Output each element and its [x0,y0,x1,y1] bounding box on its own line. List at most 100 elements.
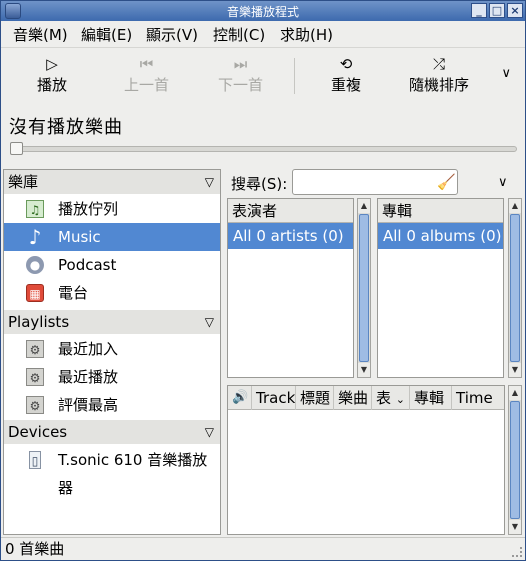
scroll-down-icon[interactable]: ▼ [358,363,370,377]
clear-search-broom-icon[interactable]: 🧹 [437,173,456,191]
repeat-button[interactable]: ⟲ 重複 [331,54,361,95]
next-button[interactable]: ⏭ 下一首 [218,54,263,95]
position-slider-track[interactable] [13,146,517,152]
toolbar: ▷ 播放 ⏮ 上一首 ⏭ 下一首 ⟲ 重複 ⤮ 隨機排序 ∨ [1,47,525,103]
column-title[interactable]: 標題 [296,386,334,410]
previous-icon: ⏮ [139,55,154,73]
search-label: 搜尋(S): [231,175,288,193]
chevron-down-icon[interactable]: ▽ [205,310,214,334]
smart-playlist-gear-icon: ⚙ [26,368,44,386]
sidebar-item-device[interactable]: ▯ T.sonic 610 音樂播放器 [4,446,220,497]
tracklist-scrollbar[interactable]: ▲ ▼ [508,385,522,535]
devices-section-header[interactable]: Devices ▽ [4,420,220,444]
scroll-down-icon[interactable]: ▼ [509,363,521,377]
previous-button[interactable]: ⏮ 上一首 [124,54,169,95]
column-artist-label: 表 [376,389,392,407]
artists-column-header[interactable]: 表演者 [228,199,353,223]
artists-scrollbar[interactable]: ▲ ▼ [357,198,371,378]
sort-chevron-icon: ⌄ [395,393,406,406]
menu-view[interactable]: 顯示(V) [146,24,198,45]
toolbar-overflow-chevron-icon[interactable]: ∨ [501,66,511,81]
column-album[interactable]: 專輯 [410,386,452,410]
maximize-button[interactable]: □ [489,3,505,18]
sidebar-item-radio[interactable]: ▦ 電台 [4,279,220,307]
all-albums-row[interactable]: All 0 albums (0) [378,223,503,249]
scroll-up-icon[interactable]: ▲ [509,386,521,400]
scroll-down-icon[interactable]: ▼ [509,520,521,534]
sidebar-item-label: Podcast [58,256,117,274]
search-input[interactable] [292,169,458,195]
repeat-label: 重複 [331,76,362,94]
sidebar-item-label: 電台 [58,284,89,302]
sidebar-item-label: 最近加入 [58,340,119,358]
menu-music[interactable]: 音樂(M) [13,24,68,45]
shuffle-icon: ⤮ [433,55,446,73]
minimize-button[interactable]: _ [471,3,487,18]
menubar: 音樂(M) 編輯(E) 顯示(V) 控制(C) 求助(H) [1,21,525,47]
scrollbar-thumb[interactable] [510,401,520,519]
now-playing-column[interactable]: 🔊 [228,386,252,410]
next-icon: ⏭ [233,55,248,73]
radio-icon: ▦ [26,284,44,302]
sidebar-item-label: 最近播放 [58,368,119,386]
close-button[interactable]: × [507,3,523,18]
window-title: 音樂播放程式 [226,5,299,19]
column-artist[interactable]: 表 ⌄ [372,386,410,410]
now-playing-title: 沒有播放樂曲 [9,117,123,138]
sidebar-item-label: Music [58,228,101,246]
play-icon: ▷ [46,55,58,73]
music-player-window: 音樂播放程式 _ □ × 音樂(M) 編輯(E) 顯示(V) 控制(C) 求助(… [0,0,526,561]
resize-grip-icon[interactable] [512,547,522,557]
chevron-down-icon[interactable]: ▽ [205,170,214,194]
menu-edit[interactable]: 編輯(E) [81,24,132,45]
sidebar-item-podcast[interactable]: ● Podcast [4,251,220,279]
music-note-icon: ♪ [28,225,42,249]
shuffle-label: 隨機排序 [409,76,470,94]
track-list-header: 🔊 Track 標題 樂曲 表 ⌄ 專輯 Time [228,386,504,410]
podcast-icon: ● [26,256,44,274]
play-button[interactable]: ▷ 播放 [37,54,67,95]
browser-options-chevron-icon[interactable]: ∨ [498,175,508,190]
all-artists-row[interactable]: All 0 artists (0) [228,223,353,249]
status-bar: 0 首樂曲 [1,537,525,560]
sidebar-item-music[interactable]: ♪ Music [4,223,220,251]
sidebar-item-label: 播放佇列 [58,200,119,218]
sidebar-item-recently-played[interactable]: ⚙ 最近播放 [4,363,220,391]
library-header-label: 樂庫 [8,173,39,191]
playlists-section-header[interactable]: Playlists ▽ [4,310,220,334]
media-player-device-icon: ▯ [29,451,41,469]
library-section-header[interactable]: 樂庫 ▽ [4,170,220,194]
sidebar-item-top-rated[interactable]: ⚙ 評價最高 [4,391,220,419]
position-slider-knob[interactable] [10,142,23,155]
next-label: 下一首 [218,76,264,94]
sidebar-item-label: T.sonic 610 音樂播放器 [58,451,208,497]
sidebar-item-label: 評價最高 [58,396,119,414]
albums-browser[interactable]: 專輯 All 0 albums (0) [377,198,504,378]
chevron-down-icon[interactable]: ▽ [205,420,214,444]
albums-column-header[interactable]: 專輯 [378,199,503,223]
speaker-icon: 🔊 [232,390,249,405]
scrollbar-thumb[interactable] [510,214,520,362]
song-count: 0 首樂曲 [5,540,65,558]
scrollbar-thumb[interactable] [359,214,369,362]
menu-help[interactable]: 求助(H) [280,24,333,45]
albums-scrollbar[interactable]: ▲ ▼ [508,198,522,378]
column-track[interactable]: Track [252,386,296,410]
repeat-icon: ⟲ [339,55,353,73]
toolbar-separator [294,58,295,94]
sidebar-item-recently-added[interactable]: ⚙ 最近加入 [4,335,220,363]
artists-browser[interactable]: 表演者 All 0 artists (0) [227,198,354,378]
scroll-up-icon[interactable]: ▲ [358,199,370,213]
column-genre[interactable]: 樂曲 [334,386,372,410]
smart-playlist-gear-icon: ⚙ [26,396,44,414]
source-list: 樂庫 ▽ ♫ 播放佇列 ♪ Music ● Podcast ▦ 電台 Playl… [3,169,221,535]
titlebar[interactable]: 音樂播放程式 _ □ × [1,1,525,21]
shuffle-button[interactable]: ⤮ 隨機排序 [409,54,469,95]
scroll-up-icon[interactable]: ▲ [509,199,521,213]
smart-playlist-gear-icon: ⚙ [26,340,44,358]
previous-label: 上一首 [124,76,170,94]
sidebar-item-play-queue[interactable]: ♫ 播放佇列 [4,195,220,223]
menu-control[interactable]: 控制(C) [213,24,265,45]
column-time[interactable]: Time [452,386,504,410]
track-list[interactable]: 🔊 Track 標題 樂曲 表 ⌄ 專輯 Time [227,385,505,535]
